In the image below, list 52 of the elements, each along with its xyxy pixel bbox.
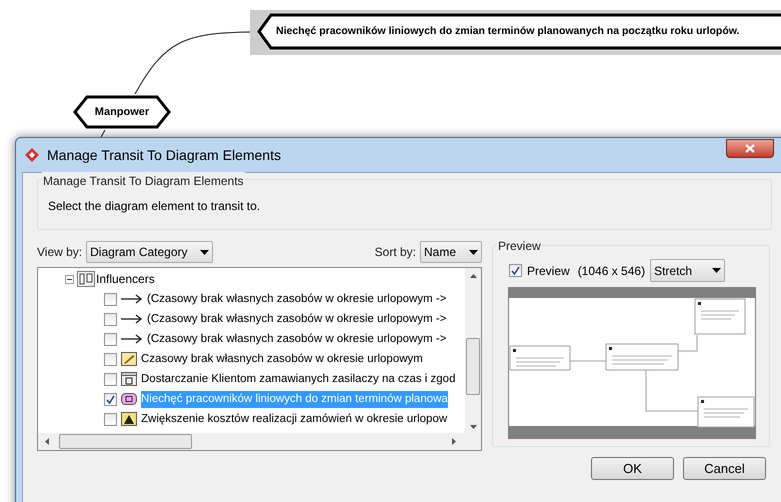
scroll-thumb[interactable] [466, 338, 480, 395]
group-title: Manage Transit To Diagram Elements [42, 172, 245, 190]
checkbox[interactable] [104, 352, 117, 366]
scroll-thumb[interactable] [59, 434, 192, 449]
tree-item[interactable]: Dostarczanie Klientom zamawianych zasilaczy na czas i zgod [141, 370, 456, 388]
tree-item[interactable]: (Czasowy brak własnych zasobów w okresie urlopowym -> [147, 330, 446, 348]
instruction-text: Select the diagram element to transit to. [48, 199, 260, 213]
caret-icon [712, 268, 722, 273]
caret-icon [200, 250, 210, 254]
tree-item[interactable]: Zwiększenie kosztów realizacji zamówień w okresie urlopow [141, 410, 448, 428]
arrow-icon [121, 314, 143, 324]
checkbox[interactable] [104, 372, 117, 386]
scroll-right-icon [452, 438, 456, 445]
folder-diagram-icon [77, 271, 95, 287]
caret-icon [469, 250, 478, 254]
view-by-label: View by: [37, 244, 82, 261]
scroll-up-icon [470, 274, 476, 278]
scale-dropdown[interactable]: Stretch [650, 259, 726, 282]
tree-item[interactable]: (Czasowy brak własnych zasobów w okresie urlopowym -> [147, 290, 446, 308]
checkbox[interactable] [104, 332, 117, 346]
sort-by-dropdown[interactable]: Name [420, 241, 482, 263]
collapse-toggle[interactable] [65, 274, 74, 284]
checkbox[interactable] [509, 264, 522, 277]
sort-by-label: Sort by: [374, 244, 416, 261]
dialog-button[interactable]: OK [591, 457, 674, 480]
app-logo-icon [24, 147, 40, 163]
rounded-rect-icon [121, 393, 137, 405]
callout-node: Niechęć pracowników liniowych do zmian terminów planowanych na początku roku urlopów. [257, 13, 781, 50]
checkbox[interactable] [104, 392, 117, 406]
scroll-down-icon [470, 425, 476, 429]
dialog-button[interactable]: Cancel [683, 457, 766, 480]
preview-size-text: (1046 x 546) [578, 262, 646, 280]
tree-node-label[interactable]: Influencers [96, 270, 155, 288]
scroll-left-icon [45, 438, 49, 445]
close-icon [745, 144, 755, 153]
window-title: Manage Transit To Diagram Elements [47, 146, 281, 165]
checkbox[interactable] [104, 292, 117, 306]
pencil-note-icon [121, 352, 137, 366]
view-by-dropdown[interactable]: Diagram Category [86, 241, 214, 263]
checkbox[interactable] [104, 312, 117, 326]
close-button[interactable] [726, 139, 774, 158]
hexagon-node: Manpower [73, 95, 171, 129]
frame-icon [121, 372, 137, 386]
preview-checkbox-label[interactable]: Preview [527, 262, 570, 280]
arrow-icon [121, 294, 143, 304]
vertical-scrollbar[interactable] [465, 268, 481, 433]
checkbox[interactable] [104, 412, 117, 426]
warning-icon [121, 412, 137, 426]
tree-item[interactable]: (Czasowy brak własnych zasobów w okresie urlopowym -> [147, 310, 446, 328]
horizontal-scrollbar[interactable] [38, 433, 481, 450]
tree-item[interactable]: Czasowy brak własnych zasobów w okresie urlopowym [141, 350, 423, 368]
arrow-icon [121, 334, 143, 344]
